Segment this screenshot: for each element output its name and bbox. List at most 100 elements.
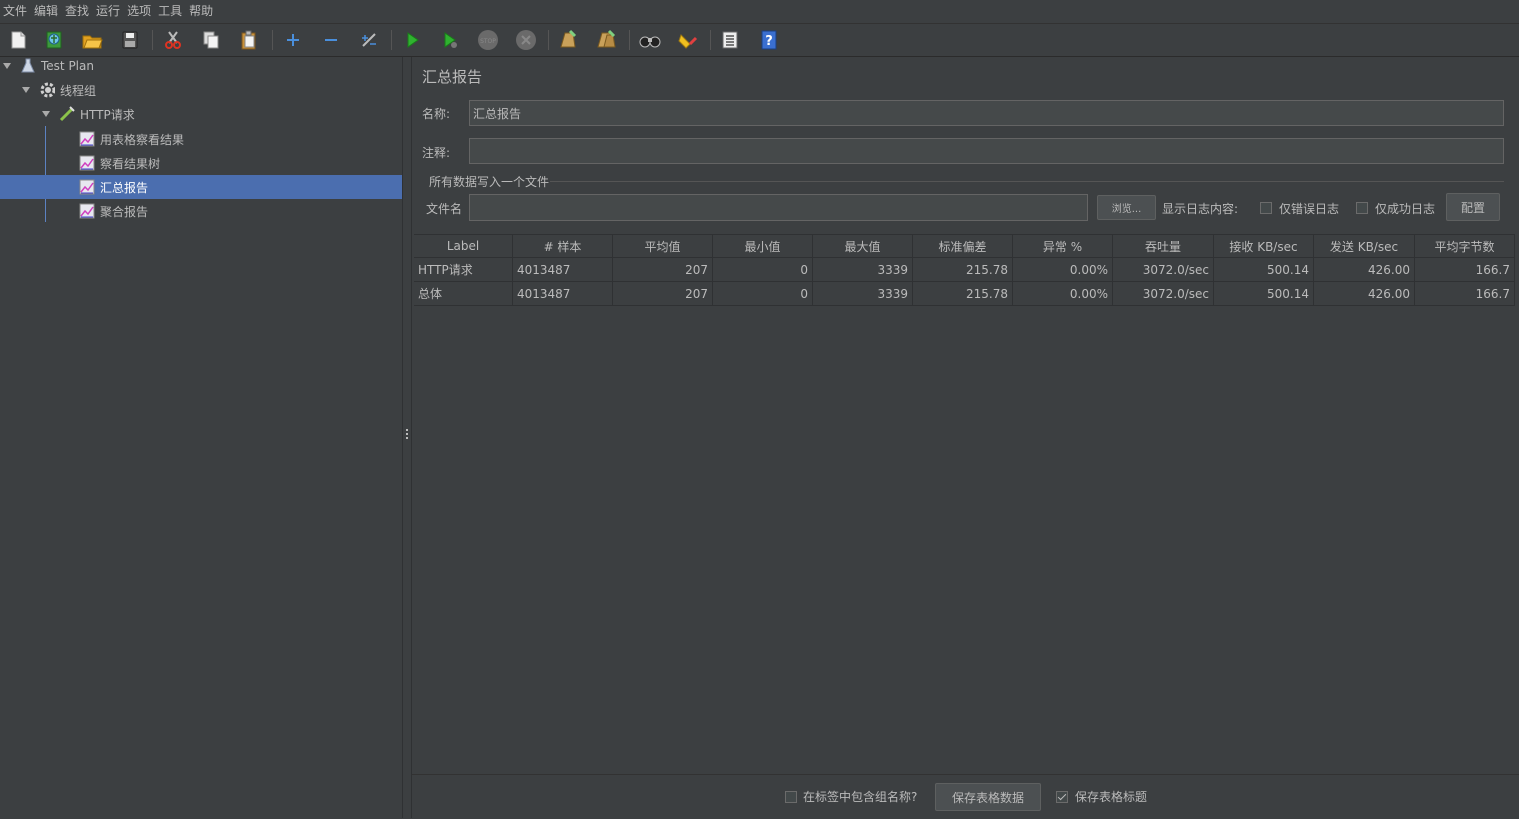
open-icon[interactable] [80, 28, 104, 52]
write-to-file-group-title: 所有数据写入一个文件 [429, 175, 550, 189]
table-header: Label # 样本 平均值 最小值 最大值 标准偏差 异常 % 吞吐量 接收 … [414, 234, 1516, 258]
column-header[interactable]: 最小值 [713, 234, 813, 258]
table-cell: 207 [613, 258, 713, 282]
table-cell: 215.78 [913, 258, 1013, 282]
split-pane-divider[interactable] [402, 57, 412, 818]
table-cell: 166.7 [1415, 258, 1515, 282]
menu-tools[interactable]: 工具 [155, 0, 186, 22]
table-cell: 3072.0/sec [1113, 258, 1214, 282]
search-icon[interactable] [638, 28, 662, 52]
log-content-label: 显示日志内容: [1162, 202, 1239, 216]
sampler-icon [59, 106, 75, 122]
cut-icon[interactable] [161, 28, 185, 52]
paste-icon[interactable] [237, 28, 261, 52]
comment-field[interactable] [469, 138, 1504, 164]
shutdown-icon[interactable] [514, 28, 538, 52]
table-row[interactable]: 总体 4013487 207 0 3339 215.78 0.00% 3072.… [414, 282, 1516, 306]
browse-button[interactable]: 浏览... [1097, 195, 1156, 220]
column-header[interactable]: 标准偏差 [913, 234, 1013, 258]
tree-item-summary-report[interactable]: 汇总报告 [0, 175, 402, 199]
tree-item-aggregate-report[interactable]: 聚合报告 [0, 199, 402, 223]
menu-help[interactable]: 帮助 [186, 0, 217, 22]
table-cell: 500.14 [1214, 282, 1314, 306]
templates-icon[interactable] [42, 28, 66, 52]
listener-icon [79, 155, 95, 171]
column-header[interactable]: 平均字节数 [1415, 234, 1515, 258]
tree-item-label: HTTP请求 [80, 107, 135, 122]
collapse-icon[interactable] [319, 28, 343, 52]
results-table: Label # 样本 平均值 最小值 最大值 标准偏差 异常 % 吞吐量 接收 … [414, 234, 1516, 306]
toggle-icon[interactable] [357, 28, 381, 52]
menu-search[interactable]: 查找 [62, 0, 93, 22]
tree-item-test-plan[interactable]: Test Plan [0, 54, 402, 78]
filename-label: 文件名 [426, 202, 463, 216]
reset-search-icon[interactable] [676, 28, 700, 52]
copy-icon[interactable] [199, 28, 223, 52]
gear-icon [39, 82, 55, 98]
function-helper-icon[interactable] [718, 28, 742, 52]
start-icon[interactable] [400, 28, 424, 52]
tree-item-label: Test Plan [41, 59, 94, 73]
tree-item-view-results-tree[interactable]: 察看结果树 [0, 151, 402, 175]
table-cell: 500.14 [1214, 258, 1314, 282]
column-header[interactable]: 最大值 [813, 234, 913, 258]
menu-options[interactable]: 选项 [124, 0, 155, 22]
errors-only-checkbox[interactable] [1260, 202, 1272, 214]
success-only-checkbox[interactable] [1356, 202, 1368, 214]
clear-all-icon[interactable] [594, 28, 618, 52]
include-group-name-checkbox[interactable] [785, 791, 797, 803]
tree-item-thread-group[interactable]: 线程组 [0, 78, 402, 102]
save-table-data-button[interactable]: 保存表格数据 [935, 783, 1041, 811]
column-header[interactable]: 接收 KB/sec [1214, 234, 1314, 258]
help-icon[interactable]: ? [757, 28, 781, 52]
listener-icon [79, 179, 95, 195]
column-header[interactable]: # 样本 [513, 234, 613, 258]
listener-icon [79, 131, 95, 147]
column-header[interactable]: Label [414, 234, 513, 258]
column-header[interactable]: 平均值 [613, 234, 713, 258]
clear-icon[interactable] [556, 28, 580, 52]
drag-handle-icon[interactable] [406, 429, 409, 441]
new-icon[interactable] [6, 28, 30, 52]
column-header[interactable]: 吞吐量 [1113, 234, 1214, 258]
test-plan-icon [20, 58, 36, 74]
test-plan-tree: Test Plan 线程组 HTTP请求 用表格察看结果 察看结果树 汇总报告 [0, 57, 402, 818]
table-cell: 4013487 [513, 258, 613, 282]
table-cell: 3339 [813, 282, 913, 306]
expand-arrow-icon[interactable] [22, 87, 30, 93]
save-icon[interactable] [118, 28, 142, 52]
toolbar: STOP ? [0, 23, 1519, 57]
table-row[interactable]: HTTP请求 4013487 207 0 3339 215.78 0.00% 3… [414, 258, 1516, 282]
expand-arrow-icon[interactable] [3, 63, 11, 69]
bottom-bar: 在标签中包含组名称? 保存表格数据 保存表格标题 [412, 774, 1519, 819]
table-cell: 3339 [813, 258, 913, 282]
column-header[interactable]: 发送 KB/sec [1314, 234, 1415, 258]
table-cell: 4013487 [513, 282, 613, 306]
svg-text:?: ? [765, 34, 773, 49]
table-cell: 0 [713, 258, 813, 282]
column-header[interactable]: 异常 % [1013, 234, 1113, 258]
errors-only-label: 仅错误日志 [1279, 202, 1340, 216]
menu-file[interactable]: 文件 [0, 0, 31, 22]
success-only-label: 仅成功日志 [1375, 202, 1436, 216]
configure-button[interactable]: 配置 [1446, 193, 1500, 221]
filename-field[interactable] [469, 194, 1088, 221]
tree-item-label: 线程组 [60, 83, 97, 98]
group-divider [550, 181, 1504, 182]
menu-edit[interactable]: 编辑 [31, 0, 62, 22]
panel-title: 汇总报告 [422, 68, 483, 86]
stop-icon[interactable]: STOP [476, 28, 500, 52]
expand-arrow-icon[interactable] [42, 111, 50, 117]
tree-item-http-request[interactable]: HTTP请求 [0, 102, 402, 126]
tree-item-label: 汇总报告 [100, 180, 149, 195]
table-cell: 总体 [414, 282, 513, 306]
save-table-header-checkbox[interactable] [1056, 791, 1068, 803]
table-cell: 426.00 [1314, 282, 1415, 306]
listener-icon [79, 203, 95, 219]
name-field[interactable] [469, 100, 1504, 126]
table-cell: 3072.0/sec [1113, 282, 1214, 306]
tree-item-view-results-table[interactable]: 用表格察看结果 [0, 127, 402, 151]
start-no-pause-icon[interactable] [438, 28, 462, 52]
menu-run[interactable]: 运行 [93, 0, 124, 22]
expand-icon[interactable] [281, 28, 305, 52]
